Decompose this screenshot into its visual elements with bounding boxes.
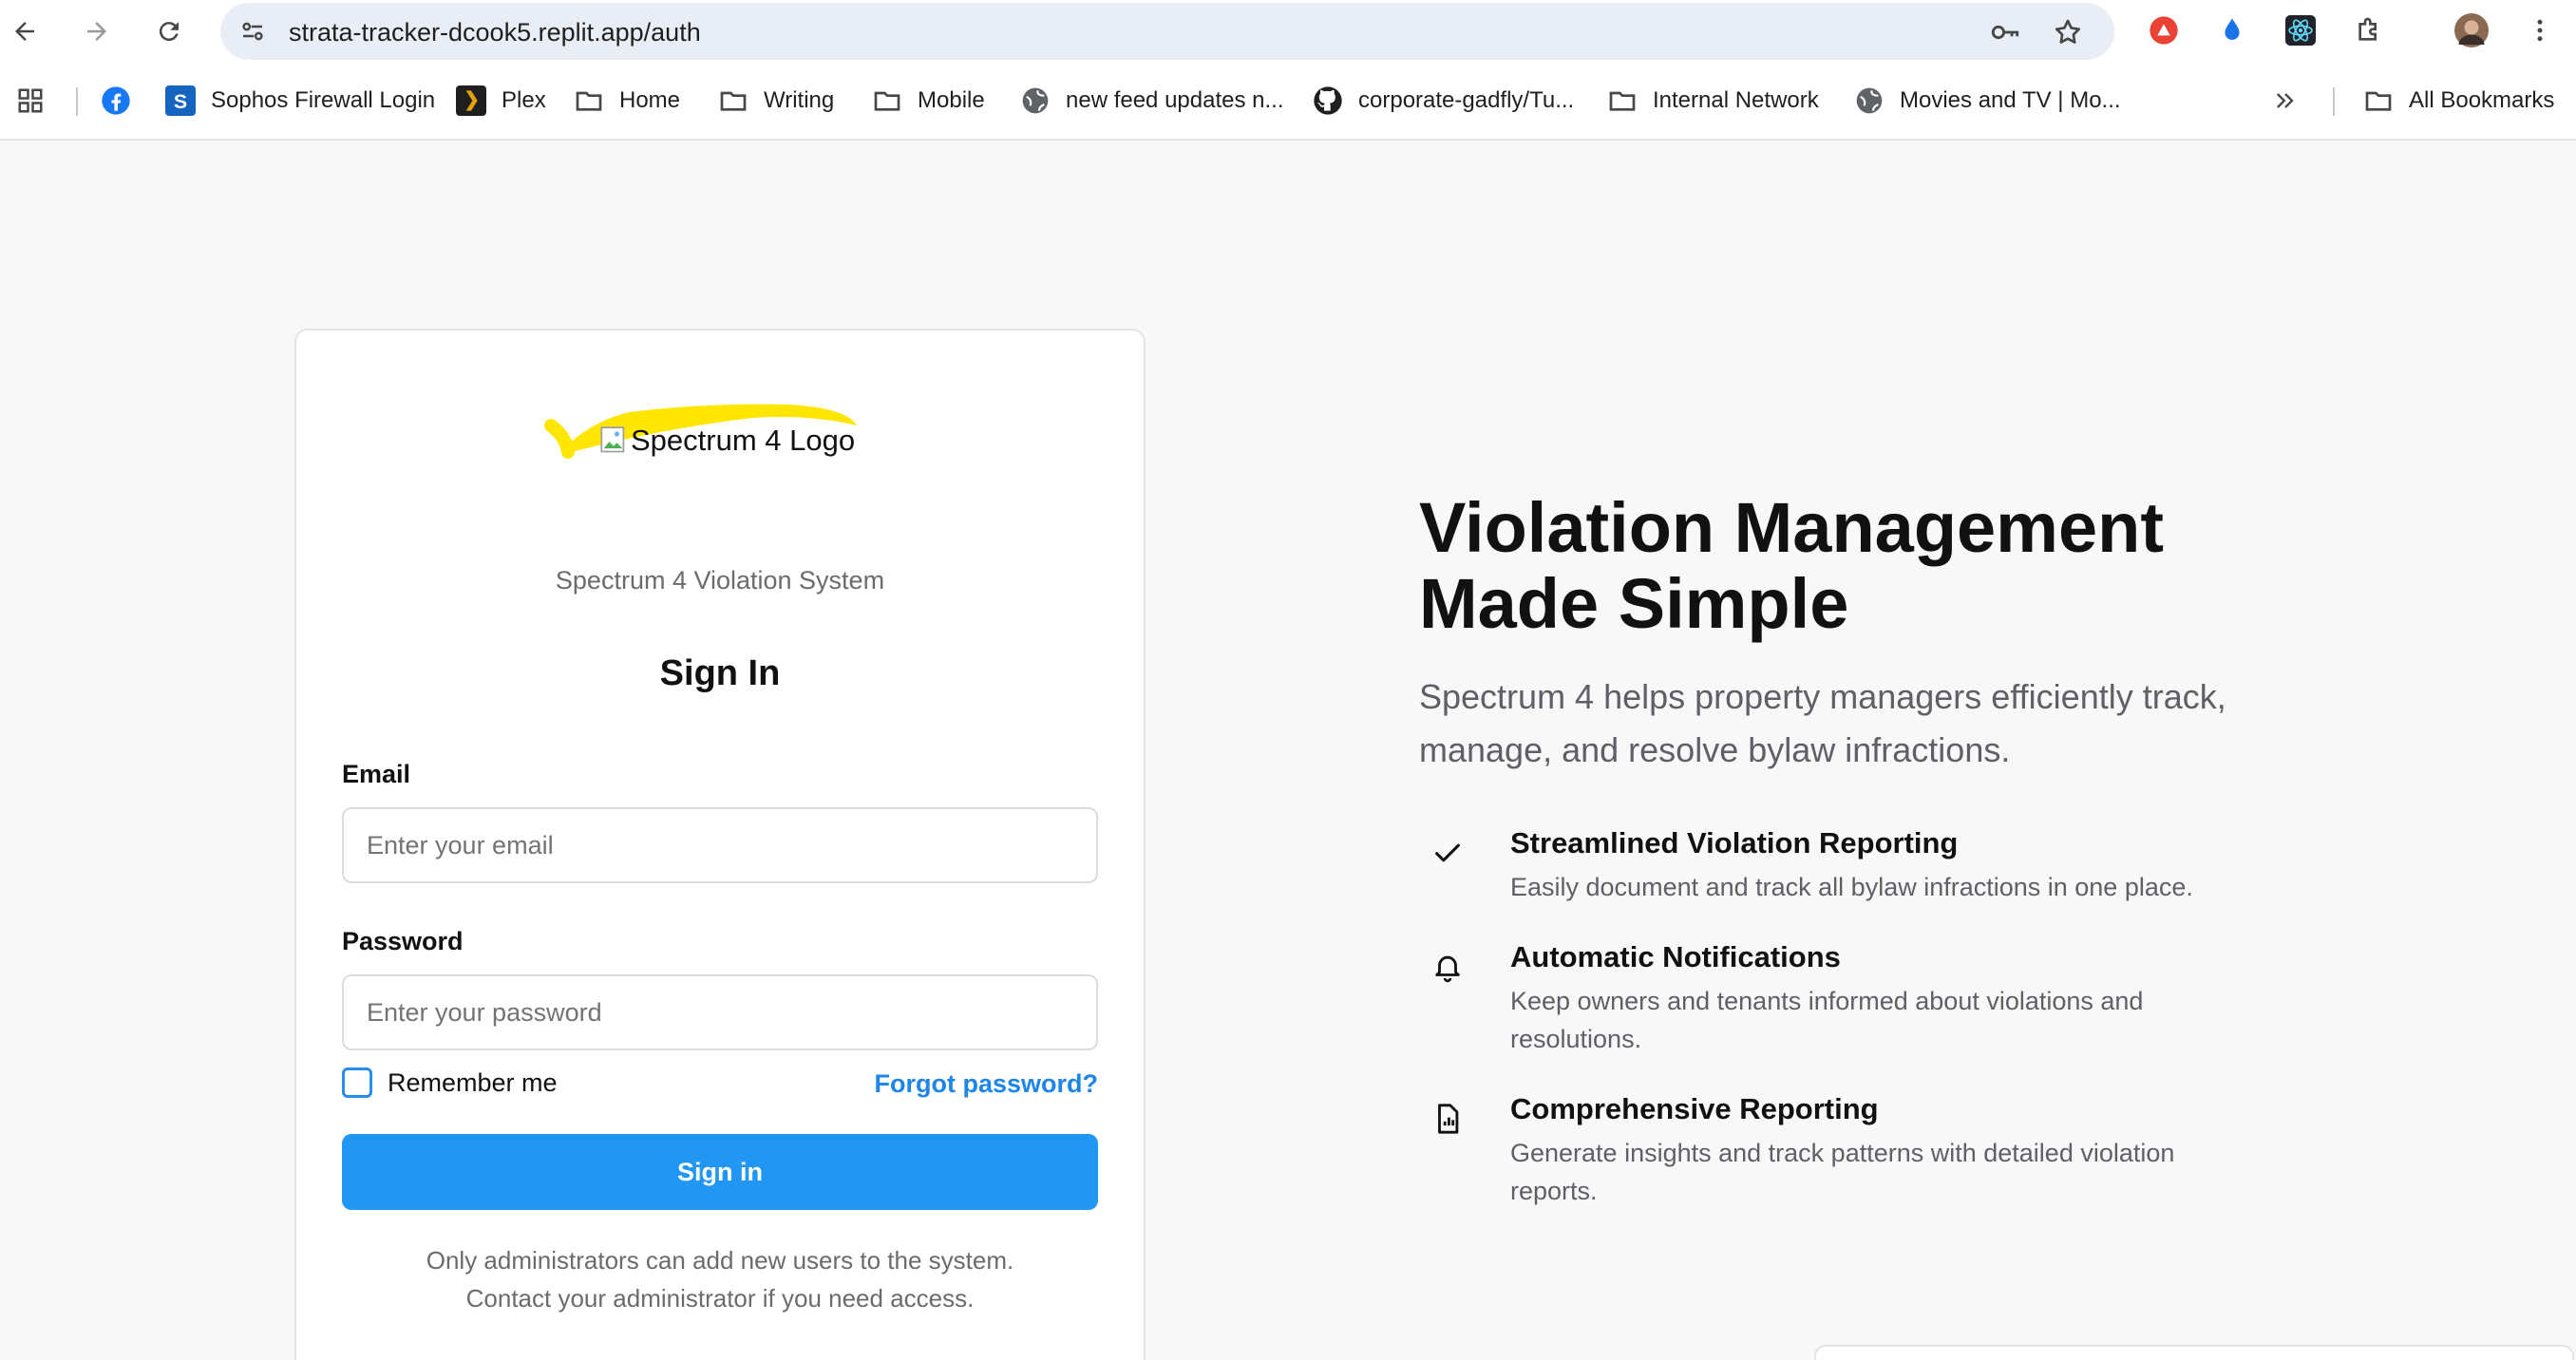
sign-in-heading: Sign In [659,653,781,693]
globe-icon [1020,85,1051,116]
bell-icon [1429,948,1467,986]
bookmarks-bar: S Sophos Firewall Login Plex Home Writin… [0,63,2576,141]
email-field[interactable] [342,807,1098,883]
browser-menu-icon[interactable] [2523,13,2557,47]
bookmarks-divider [76,87,78,116]
auth-page: Spectrum 4 Logo Spectrum 4 Violation Sys… [0,141,2576,1360]
bookmark-star-icon[interactable] [2050,14,2086,50]
feature-text: Easily document and track all bylaw infr… [1510,873,2193,901]
bookmark-facebook[interactable] [101,82,131,120]
forgot-password-link[interactable]: Forgot password? [875,1069,1099,1099]
chevron-double-right-icon [2270,85,2301,116]
feature-text: Keep owners and tenants informed about v… [1510,987,2144,1053]
bottom-card-edge [1814,1345,2574,1360]
yellow-highlight-stroke [544,404,857,459]
folder-icon [574,85,604,116]
bookmarks-divider [2333,87,2335,116]
logo-alt-text: Spectrum 4 Logo [600,424,855,458]
admin-note-line2: Contact your administrator if you need a… [465,1284,975,1313]
more-bookmarks-button[interactable] [2270,82,2301,120]
system-title: Spectrum 4 Violation System [555,566,885,595]
bookmark-feed-updates[interactable]: new feed updates n... [1020,82,1284,120]
report-icon [1429,1100,1467,1138]
plex-icon [456,85,486,116]
site-info-icon[interactable] [236,14,270,48]
extensions-puzzle-icon[interactable] [2352,13,2386,47]
folder-icon [1607,85,1638,116]
bookmark-plex[interactable]: Plex [456,82,546,120]
folder-icon [872,85,902,116]
address-bar[interactable]: strata-tracker-dcook5.replit.app/auth [220,3,2114,60]
bookmark-internal-network[interactable]: Internal Network [1607,82,1819,120]
bookmark-github[interactable]: corporate-gadfly/Tu... [1313,82,1574,120]
bookmark-writing[interactable]: Writing [718,82,834,120]
bookmark-sophos[interactable]: S Sophos Firewall Login [165,82,435,120]
all-bookmarks-button[interactable]: All Bookmarks [2363,82,2554,120]
browser-toolbar: strata-tracker-dcook5.replit.app/auth [0,0,2576,63]
email-label: Email [342,760,411,788]
feature-title: Automatic Notifications [1510,940,1841,973]
remember-me-checkbox[interactable] [342,1067,372,1098]
svg-text:S: S [174,90,187,113]
password-field[interactable] [342,974,1098,1050]
hero-title: Violation Management Made Simple [1419,488,2164,643]
extension-react-icon[interactable] [2283,13,2318,47]
sophos-icon: S [165,85,196,116]
admin-note-line1: Only administrators can add new users to… [426,1246,1014,1275]
feature-text: Generate insights and track patterns wit… [1510,1139,2175,1205]
hero-subtitle: Spectrum 4 helps property managers effic… [1419,677,2226,769]
check-icon [1429,834,1467,872]
password-key-icon[interactable] [1987,14,2023,50]
remember-me-label: Remember me [388,1067,558,1097]
reload-icon [159,22,179,42]
bookmark-mobile[interactable]: Mobile [872,82,985,120]
apps-grid-icon[interactable] [15,82,46,120]
login-card: Spectrum 4 Logo Spectrum 4 Violation Sys… [294,329,1146,1360]
feature-title: Streamlined Violation Reporting [1510,826,1959,859]
folder-icon [2363,85,2394,116]
arrow-right-icon [87,22,106,41]
reload-button[interactable] [146,9,192,54]
bookmark-movies-tv[interactable]: Movies and TV | Mo... [1854,82,2121,120]
remember-me[interactable]: Remember me [342,1067,558,1098]
extension-red-icon[interactable] [2147,13,2181,47]
folder-icon [718,85,748,116]
facebook-icon [101,85,131,116]
forward-button[interactable] [74,9,120,54]
logo: Spectrum 4 Logo [524,370,885,475]
feature-title: Comprehensive Reporting [1510,1092,1879,1125]
broken-image-icon [600,426,625,453]
arrow-left-icon [15,22,34,41]
globe-icon [1854,85,1885,116]
sign-in-button[interactable]: Sign in [342,1134,1098,1210]
bookmark-home[interactable]: Home [574,82,680,120]
url-text[interactable]: strata-tracker-dcook5.replit.app/auth [289,18,701,47]
profile-avatar[interactable] [2454,13,2489,47]
extension-drop-icon[interactable] [2215,13,2249,47]
github-icon [1313,85,1343,116]
back-button[interactable] [2,9,47,54]
password-label: Password [342,927,464,955]
